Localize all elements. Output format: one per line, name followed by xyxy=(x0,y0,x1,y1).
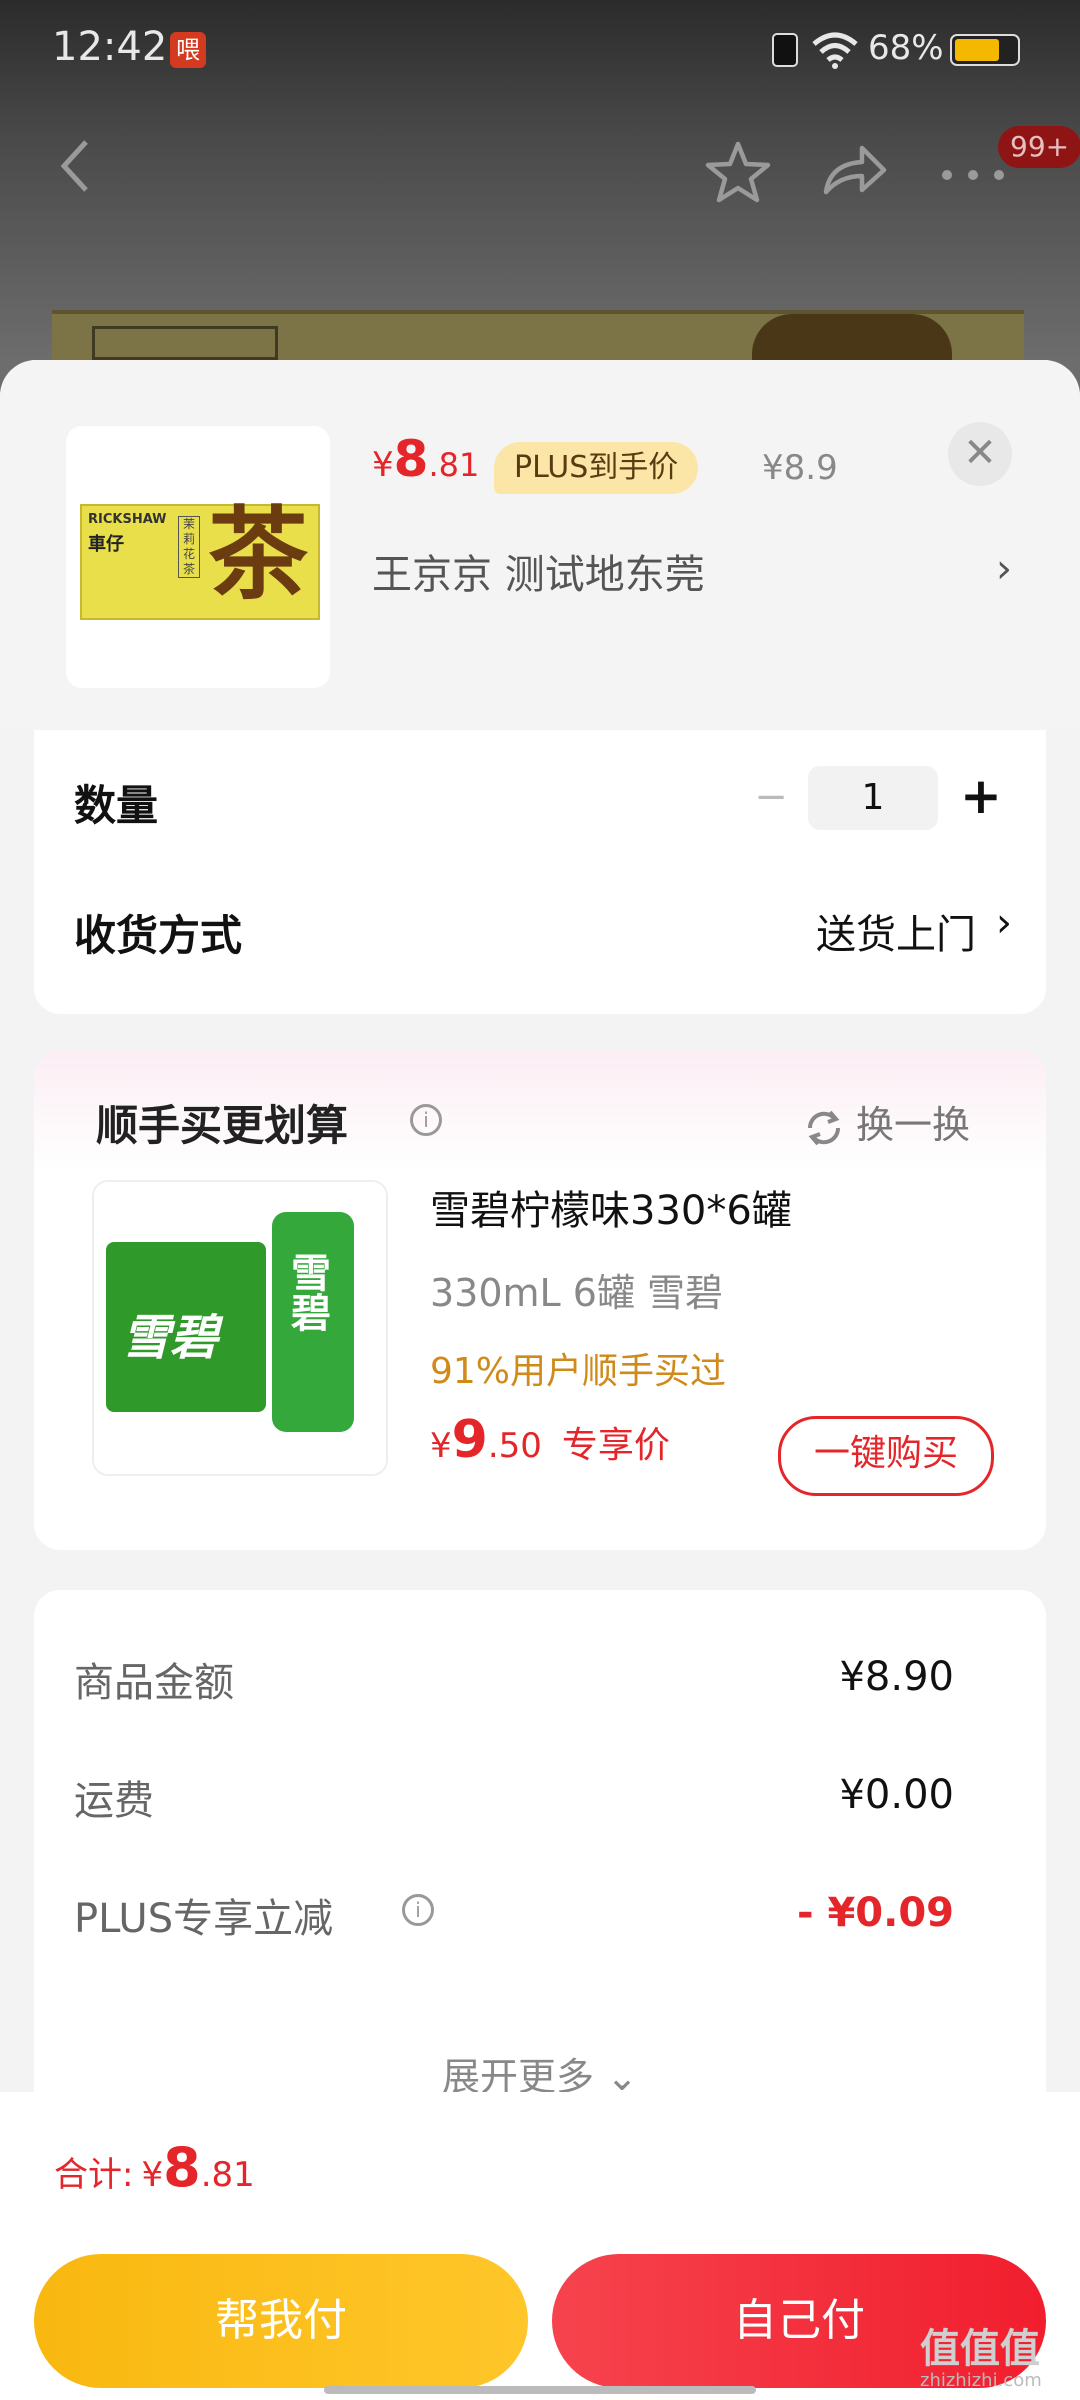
one-click-buy-button[interactable]: 一键购买 xyxy=(778,1416,994,1496)
info-icon[interactable]: i xyxy=(402,1894,434,1926)
battery-icon xyxy=(950,34,1020,66)
shipping-fee-label: 运费 xyxy=(74,1778,154,1824)
plus-discount-value: - ¥0.09 xyxy=(796,1890,954,1936)
original-price: ¥8.9 xyxy=(762,448,838,488)
delivery-address: 王京京 测试地东莞 xyxy=(372,552,705,598)
app-notification-icon: 喂 xyxy=(170,32,206,68)
quantity-label: 数量 xyxy=(74,781,159,830)
message-count-badge: 99+ xyxy=(998,126,1080,168)
subtotal-label: 商品金额 xyxy=(74,1660,234,1706)
shipping-fee-value: ¥0.00 xyxy=(839,1772,954,1818)
plus-discount-label: PLUS专享立减 xyxy=(74,1896,334,1942)
help-me-pay-button[interactable]: 帮我付 xyxy=(34,2254,528,2388)
address-row[interactable]: 王京京 测试地东莞 › xyxy=(372,542,1012,602)
wifi-icon xyxy=(812,32,858,69)
plus-price-tag: PLUS到手价 xyxy=(494,442,699,494)
recommendation-card: 顺手买更划算 i 换一换 雪碧 雪碧 雪碧柠檬味330*6罐 330mL 6罐 … xyxy=(34,1050,1046,1550)
close-button[interactable]: ✕ xyxy=(948,422,1012,486)
more-icon[interactable] xyxy=(940,168,1006,182)
delivery-method-label: 收货方式 xyxy=(74,911,243,960)
recommended-product-name[interactable]: 雪碧柠檬味330*6罐 xyxy=(430,1178,792,1236)
watermark: 值值值 zhizhizhi.com xyxy=(920,2326,1042,2391)
quantity-input[interactable]: 1 xyxy=(808,766,938,830)
thumb-big-char: 茶 xyxy=(208,496,308,613)
recommended-product-spec: 330mL 6罐 雪碧 xyxy=(430,1271,724,1315)
subtotal-value: ¥8.90 xyxy=(839,1654,954,1700)
home-indicator[interactable] xyxy=(324,2386,756,2394)
thumb-label: 茉莉花茶 xyxy=(178,516,200,578)
swap-button[interactable]: 换一换 xyxy=(804,1094,970,1149)
battery-percentage: 68% xyxy=(868,28,944,68)
chevron-right-icon: › xyxy=(996,546,1012,592)
chevron-right-icon[interactable]: › xyxy=(996,900,1012,946)
quantity-increase-button[interactable]: + xyxy=(956,766,1006,826)
plus-price: ¥8.81 xyxy=(372,430,480,488)
tea-box-image: RICKSHAW 車仔 茉莉花茶 茶 xyxy=(80,500,320,620)
sprite-pack-image: 雪碧 xyxy=(106,1242,266,1412)
status-time: 12:42 xyxy=(52,24,168,70)
background-product-page: 12:42 喂 68% 99+ xyxy=(0,0,1080,404)
share-icon[interactable] xyxy=(822,142,888,198)
recommended-product-thumbnail[interactable]: 雪碧 雪碧 xyxy=(92,1180,388,1476)
swap-label: 换一换 xyxy=(856,1103,971,1147)
back-icon[interactable] xyxy=(56,138,96,194)
sheet-header: RICKSHAW 車仔 茉莉花茶 茶 ¥8.81 PLUS到手价 ¥8.9 ✕ … xyxy=(0,360,1080,730)
thumb-brand: RICKSHAW xyxy=(88,512,167,527)
thumb-brand-cn: 車仔 xyxy=(88,534,124,555)
delivery-method-value[interactable]: 送货上门 xyxy=(816,902,976,960)
info-icon[interactable]: i xyxy=(410,1104,442,1136)
sim-icon xyxy=(772,33,798,67)
recommended-social-proof: 91%用户顺手买过 xyxy=(430,1351,727,1392)
recommendation-title: 顺手买更划算 xyxy=(96,1101,349,1150)
quantity-decrease-button[interactable]: − xyxy=(746,774,796,820)
bottom-action-bar: 合计: ¥8.81 帮我付 自己付 xyxy=(0,2092,1080,2400)
status-bar: 12:42 喂 68% xyxy=(0,0,1080,100)
recommended-price: ¥9.50 专享价 xyxy=(430,1410,670,1470)
refresh-icon xyxy=(807,1110,841,1145)
options-card: 数量 − 1 + 收货方式 送货上门 › xyxy=(34,730,1046,1014)
order-total: 合计: ¥8.81 xyxy=(54,2136,255,2199)
product-thumbnail: RICKSHAW 車仔 茉莉花茶 茶 xyxy=(66,426,330,688)
sprite-can-image: 雪碧 xyxy=(272,1212,354,1432)
favorite-star-icon[interactable] xyxy=(704,140,772,204)
